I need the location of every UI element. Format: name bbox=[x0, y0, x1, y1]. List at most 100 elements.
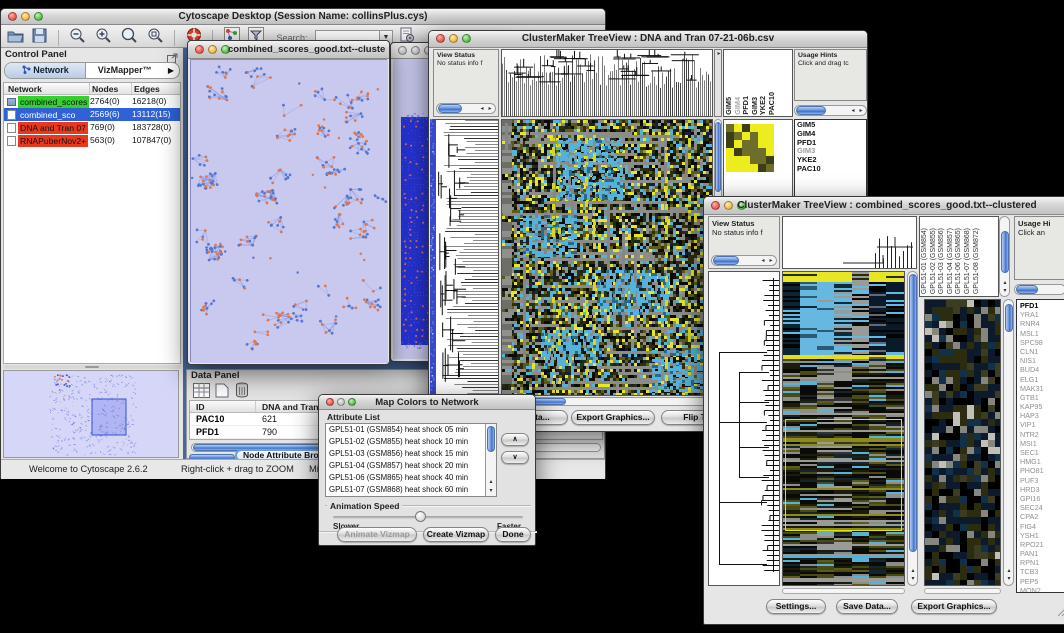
treeview2-title-bar[interactable]: ClusterMaker TreeView : combined_scores_… bbox=[704, 197, 1064, 215]
gene-label[interactable]: YRA1 bbox=[1020, 310, 1064, 319]
tv1-column-splitter[interactable]: ▸ bbox=[714, 49, 722, 117]
tv2-zoom-hscrollbar[interactable] bbox=[924, 588, 1001, 594]
zoom-out-icon[interactable] bbox=[69, 27, 86, 48]
zoom-in-icon[interactable] bbox=[95, 27, 112, 48]
tabs-overflow-button[interactable]: ▶ bbox=[163, 63, 179, 78]
tv1-heatmap-canvas[interactable] bbox=[502, 120, 712, 395]
resize-grip[interactable] bbox=[1057, 604, 1064, 622]
col-header-nodes[interactable]: Nodes bbox=[90, 83, 132, 94]
tv2-export-graphics-button[interactable]: Export Graphics... bbox=[911, 599, 997, 614]
tv1-export-graphics-button[interactable]: Export Graphics... bbox=[571, 410, 655, 425]
col-header-network[interactable]: Network bbox=[4, 83, 90, 94]
gene-label[interactable]: HAP3 bbox=[1020, 411, 1064, 420]
gene-label[interactable]: YSH1 bbox=[1020, 531, 1064, 540]
attribute-item[interactable]: GPL51-03 (GSM856) heat shock 15 min bbox=[329, 448, 496, 460]
gene-label[interactable]: PUF3 bbox=[1020, 476, 1064, 485]
gene-label[interactable]: KAP95 bbox=[1020, 402, 1064, 411]
gene-label[interactable]: HMG1 bbox=[1020, 457, 1064, 466]
scroll-up-icon[interactable]: ▴ bbox=[487, 479, 495, 486]
animation-speed-slider[interactable] bbox=[333, 516, 523, 519]
gene-label[interactable]: PAC10 bbox=[797, 165, 866, 174]
treeview1-title-bar[interactable]: ClusterMaker TreeView : DNA and Tran 07-… bbox=[429, 31, 867, 48]
scroll-up-icon[interactable]: ▴ bbox=[909, 568, 917, 575]
gene-label[interactable]: MON2 bbox=[1020, 586, 1064, 593]
open-folder-icon[interactable] bbox=[7, 28, 24, 48]
tab-network[interactable]: Network bbox=[5, 63, 86, 78]
save-icon[interactable] bbox=[32, 28, 47, 48]
animate-vizmap-button[interactable]: Animate Vizmap bbox=[337, 527, 417, 542]
gene-label[interactable]: PFD1 bbox=[1020, 301, 1064, 310]
gene-label[interactable]: SEC24 bbox=[1020, 503, 1064, 512]
tv2-hscrollbar[interactable] bbox=[782, 588, 905, 594]
gene-label[interactable]: SPC98 bbox=[1020, 338, 1064, 347]
tv2-zoom-canvas[interactable] bbox=[925, 300, 1000, 585]
gene-label[interactable]: SEC1 bbox=[1020, 448, 1064, 457]
gene-label[interactable]: MSI1 bbox=[1020, 439, 1064, 448]
create-vizmap-button[interactable]: Create Vizmap bbox=[423, 527, 489, 542]
network-row[interactable]: combined_sco 2569(6) 13112(15) bbox=[4, 108, 180, 121]
column-label[interactable]: GPL51-08 (GSM872) bbox=[973, 228, 982, 294]
gene-label[interactable]: CLN1 bbox=[1020, 347, 1064, 356]
zoom-selected-icon[interactable] bbox=[147, 27, 164, 48]
gene-label[interactable]: TCB3 bbox=[1020, 567, 1064, 576]
attribute-item[interactable]: GPL51-01 (GSM854) heat shock 05 min bbox=[329, 424, 496, 436]
gene-label[interactable]: MAK31 bbox=[1020, 384, 1064, 393]
move-down-button[interactable]: ∨ bbox=[501, 451, 529, 464]
tv1-correlation-thumbnail[interactable] bbox=[726, 124, 774, 172]
tv2-heatmap[interactable] bbox=[782, 271, 905, 586]
column-label[interactable]: GPL51-07 (GSM868) bbox=[964, 228, 973, 294]
gene-label[interactable]: NIS1 bbox=[1020, 356, 1064, 365]
column-label[interactable]: PAC10 bbox=[768, 92, 777, 115]
gene-label[interactable]: RPN1 bbox=[1020, 558, 1064, 567]
close-icon[interactable] bbox=[195, 45, 204, 54]
scroll-right-icon[interactable]: ▸ bbox=[857, 108, 865, 115]
gene-label[interactable]: RNR4 bbox=[1020, 319, 1064, 328]
scroll-left-icon[interactable]: ◂ bbox=[849, 108, 857, 115]
data-col-id[interactable]: ID bbox=[190, 401, 256, 412]
scroll-left-icon[interactable]: ◂ bbox=[478, 106, 486, 113]
scroll-down-icon[interactable]: ▾ bbox=[909, 576, 917, 583]
tv2-coltree-canvas[interactable] bbox=[783, 217, 916, 268]
tv2-column-dendrogram[interactable] bbox=[782, 216, 917, 269]
gene-label[interactable]: PHO81 bbox=[1020, 466, 1064, 475]
column-label[interactable]: GPL51-06 (GSM865) bbox=[955, 228, 964, 294]
listbox-vscrollbar[interactable]: ▴ ▾ bbox=[485, 424, 496, 496]
col-header-edges[interactable]: Edges bbox=[132, 83, 180, 94]
scroll-down-icon[interactable]: ▾ bbox=[487, 488, 495, 495]
attribute-item[interactable]: GPL51-06 (GSM865) heat shock 40 min bbox=[329, 472, 496, 484]
network2-canvas[interactable] bbox=[401, 113, 431, 349]
tv1-genelist-hscrollbar[interactable]: ◂ ▸ bbox=[794, 105, 867, 116]
tv2-heatmap-vscrollbar[interactable]: ▴ ▾ bbox=[907, 271, 918, 586]
network-row[interactable]: RNAPuberNov2+ 563(0) 107847(0) bbox=[4, 134, 180, 147]
gene-label[interactable]: GTB1 bbox=[1020, 393, 1064, 402]
scroll-right-icon[interactable]: ▸ bbox=[767, 258, 775, 265]
column-label[interactable]: GPL51-01 (GSM854) bbox=[921, 228, 930, 294]
tv1-row-dendrogram[interactable] bbox=[435, 119, 499, 396]
scroll-up-icon[interactable]: ▴ bbox=[1001, 280, 1009, 287]
tv1-rowtree-canvas[interactable] bbox=[436, 120, 498, 395]
column-label[interactable]: GPL51-03 (GSM856) bbox=[938, 228, 947, 294]
network1-title-bar[interactable]: combined_scores_good.txt--cluste... bbox=[188, 41, 389, 59]
zoom-fit-icon[interactable] bbox=[120, 27, 138, 48]
scroll-right-icon[interactable]: ▸ bbox=[486, 106, 494, 113]
attribute-item[interactable]: GPL51-02 (GSM855) heat shock 10 min bbox=[329, 436, 496, 448]
network1-view[interactable] bbox=[190, 59, 387, 362]
birdseye-canvas[interactable] bbox=[4, 371, 178, 457]
attribute-item[interactable]: GPL51-04 (GSM857) heat shock 20 min bbox=[329, 460, 496, 472]
scroll-down-icon[interactable]: ▾ bbox=[1005, 576, 1013, 583]
gene-label[interactable]: VIP1 bbox=[1020, 420, 1064, 429]
gene-label[interactable]: NTR2 bbox=[1020, 430, 1064, 439]
scroll-left-icon[interactable]: ◂ bbox=[759, 258, 767, 265]
panel-splitter[interactable] bbox=[3, 365, 181, 369]
network-row[interactable]: DNA and Tran 07 769(0) 183728(0) bbox=[4, 121, 180, 134]
scroll-up-icon[interactable]: ▴ bbox=[1005, 568, 1013, 575]
tv2-rowtree-canvas[interactable] bbox=[709, 272, 779, 585]
column-label[interactable]: GPL51-02 (GSM855) bbox=[930, 228, 939, 294]
tv2-zoom-panel[interactable] bbox=[924, 299, 1001, 586]
done-button[interactable]: Done bbox=[495, 527, 531, 542]
gene-label[interactable]: CPA2 bbox=[1020, 512, 1064, 521]
gene-label[interactable]: PEP5 bbox=[1020, 577, 1064, 586]
gene-label[interactable]: FIG4 bbox=[1020, 522, 1064, 531]
gene-label[interactable]: HRD3 bbox=[1020, 485, 1064, 494]
close-icon[interactable] bbox=[398, 46, 407, 55]
